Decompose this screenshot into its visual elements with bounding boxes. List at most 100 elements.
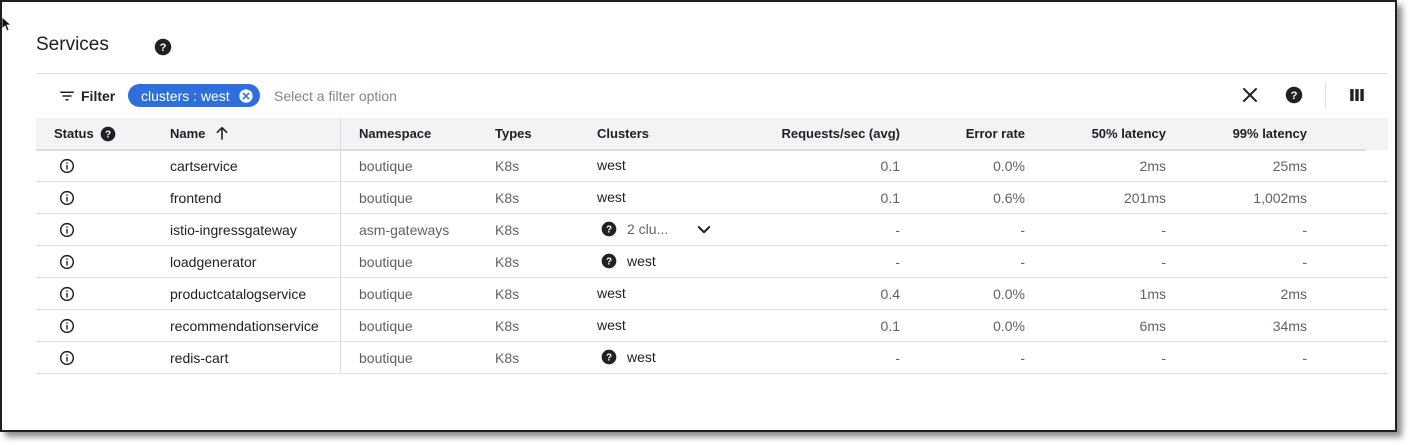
remove-chip-icon[interactable] — [238, 88, 254, 104]
help-icon[interactable]: ? — [154, 38, 172, 56]
info-icon[interactable] — [59, 350, 75, 366]
chevron-down-icon[interactable] — [695, 221, 713, 239]
mouse-cursor-icon — [2, 17, 12, 32]
cluster-help-icon[interactable]: ? — [601, 349, 617, 365]
namespace-cell: boutique — [359, 190, 413, 206]
p99-latency-cell: 34ms — [1272, 318, 1307, 334]
clusters-cell: ? west — [601, 349, 656, 365]
row-divider — [36, 277, 1388, 278]
svg-text:?: ? — [606, 224, 612, 235]
clusters-cell: ? west — [601, 253, 656, 269]
svg-text:?: ? — [105, 129, 111, 140]
filter-chip[interactable]: clusters : west — [128, 84, 260, 107]
types-cell: K8s — [495, 286, 520, 302]
p99-latency-cell: 25ms — [1272, 158, 1307, 174]
service-name[interactable]: loadgenerator — [170, 254, 256, 270]
service-name[interactable]: productcatalogservice — [170, 286, 306, 302]
page-title: Services — [36, 34, 109, 55]
column-header-namespace[interactable]: Namespace — [359, 126, 431, 141]
column-header-clusters[interactable]: Clusters — [597, 126, 649, 141]
info-icon[interactable] — [59, 190, 75, 206]
p50-latency-cell: 2ms — [1139, 158, 1166, 174]
column-header-p99-latency[interactable]: 99% latency — [1233, 126, 1307, 141]
clusters-value: west — [597, 157, 626, 173]
types-cell: K8s — [495, 254, 520, 270]
column-header-types[interactable]: Types — [495, 126, 532, 141]
clusters-value: west — [627, 253, 656, 269]
row-divider — [36, 245, 1388, 246]
p99-latency-cell: - — [1302, 222, 1307, 238]
namespace-cell: boutique — [359, 158, 413, 174]
types-cell: K8s — [495, 350, 520, 366]
clusters-value: west — [597, 285, 626, 301]
p50-latency-cell: 201ms — [1123, 190, 1166, 206]
row-divider — [36, 213, 1388, 214]
column-header-status[interactable]: Status — [54, 126, 94, 141]
p99-latency-cell: 2ms — [1280, 286, 1307, 302]
column-header-p50-latency[interactable]: 50% latency — [1092, 126, 1166, 141]
error-rate-cell: 0.0% — [993, 286, 1025, 302]
cluster-help-icon[interactable]: ? — [601, 253, 617, 269]
clusters-cell: west — [597, 189, 626, 205]
row-divider — [36, 341, 1388, 342]
clear-filters-icon[interactable] — [1241, 86, 1259, 104]
error-rate-cell: 0.0% — [993, 158, 1025, 174]
requests-cell: - — [895, 254, 900, 270]
filter-chip-label: clusters : west — [141, 87, 230, 104]
p50-latency-cell: 6ms — [1139, 318, 1166, 334]
types-cell: K8s — [495, 318, 520, 334]
column-divider — [340, 118, 341, 374]
service-name[interactable]: istio-ingressgateway — [170, 222, 297, 238]
column-header-error-rate[interactable]: Error rate — [966, 126, 1025, 141]
svg-text:?: ? — [606, 352, 612, 363]
error-rate-cell: 0.0% — [993, 318, 1025, 334]
svg-text:?: ? — [1291, 90, 1298, 102]
namespace-cell: boutique — [359, 318, 413, 334]
clusters-cell: west — [597, 285, 626, 301]
svg-text:?: ? — [606, 256, 612, 267]
clusters-cell: west — [597, 317, 626, 333]
error-rate-cell: 0.6% — [993, 190, 1025, 206]
service-name[interactable]: recommendationservice — [170, 318, 319, 334]
p50-latency-cell: - — [1161, 254, 1166, 270]
namespace-cell: asm-gateways — [359, 222, 450, 238]
info-icon[interactable] — [59, 158, 75, 174]
clusters-value: west — [597, 317, 626, 333]
clusters-cell: ? 2 clu... — [601, 221, 668, 237]
types-cell: K8s — [495, 190, 520, 206]
info-icon[interactable] — [59, 286, 75, 302]
error-rate-cell: - — [1020, 350, 1025, 366]
cluster-help-icon[interactable]: ? — [601, 221, 617, 237]
namespace-cell: boutique — [359, 254, 413, 270]
requests-cell: - — [895, 350, 900, 366]
column-header-requests[interactable]: Requests/sec (avg) — [782, 126, 901, 141]
service-name[interactable]: frontend — [170, 190, 221, 206]
column-header-name[interactable]: Name — [170, 126, 205, 141]
clusters-value: 2 clu... — [627, 221, 669, 237]
info-icon[interactable] — [59, 318, 75, 334]
info-icon[interactable] — [59, 254, 75, 270]
p99-latency-cell: 1,002ms — [1253, 190, 1307, 206]
column-display-options-icon[interactable] — [1348, 86, 1366, 104]
filter-help-icon[interactable]: ? — [1285, 86, 1303, 104]
filter-list-icon — [60, 91, 74, 101]
info-icon[interactable] — [59, 222, 75, 238]
requests-cell: 0.1 — [880, 318, 900, 334]
types-cell: K8s — [495, 222, 520, 238]
status-help-icon[interactable]: ? — [100, 126, 116, 142]
types-cell: K8s — [495, 158, 520, 174]
sort-ascending-icon[interactable] — [214, 125, 230, 141]
filter-button[interactable]: Filter — [58, 86, 115, 106]
service-name[interactable]: redis-cart — [170, 350, 228, 366]
clusters-cell: west — [597, 157, 626, 173]
requests-cell: 0.1 — [880, 158, 900, 174]
filter-input[interactable] — [272, 85, 676, 107]
service-name[interactable]: cartservice — [170, 158, 238, 174]
error-rate-cell: - — [1020, 254, 1025, 270]
table-header-divider — [36, 149, 1366, 151]
requests-cell: 0.1 — [880, 190, 900, 206]
error-rate-cell: - — [1020, 222, 1025, 238]
svg-text:?: ? — [160, 42, 167, 54]
namespace-cell: boutique — [359, 350, 413, 366]
toolbar-divider — [1325, 82, 1326, 109]
